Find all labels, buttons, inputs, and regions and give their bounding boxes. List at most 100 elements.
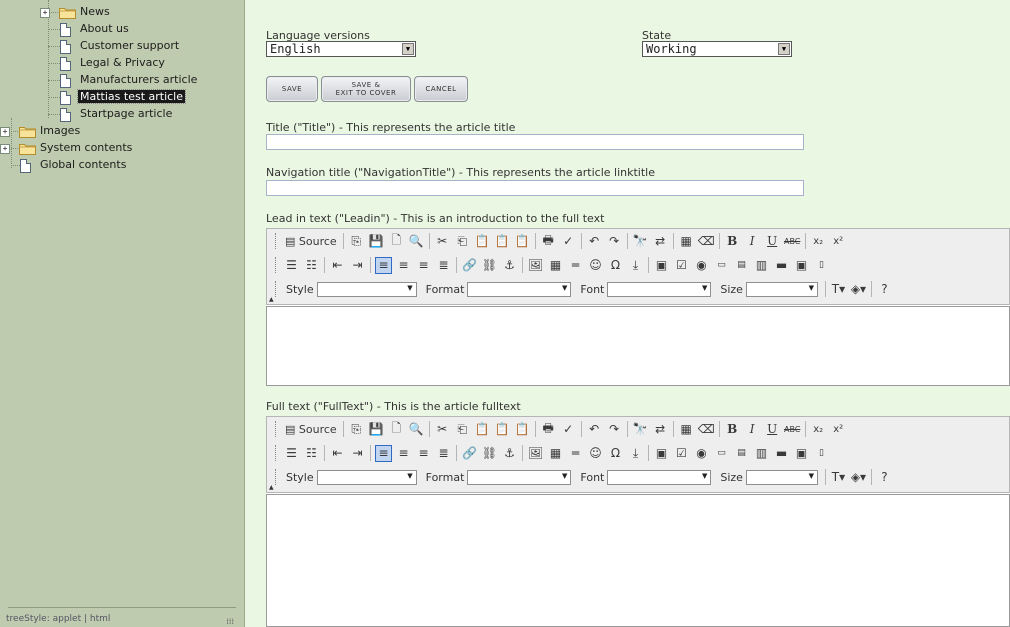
replace-icon[interactable]: ⇄ bbox=[652, 233, 669, 250]
new-page-icon[interactable]: 🗋 bbox=[388, 233, 405, 250]
tree-item[interactable]: About us bbox=[78, 20, 131, 37]
source-button[interactable]: ▤ Source bbox=[283, 233, 339, 250]
outdent-icon[interactable]: ⇤ bbox=[329, 445, 346, 462]
horizontal-rule-icon[interactable]: ═ bbox=[567, 445, 584, 462]
select-all-icon[interactable]: ▦ bbox=[678, 233, 695, 250]
expand-toggle-icon[interactable]: + bbox=[40, 8, 50, 18]
print-icon[interactable]: 🖶 bbox=[540, 421, 557, 438]
align-left-icon[interactable]: ≡ bbox=[375, 256, 392, 274]
table-icon[interactable]: ▦ bbox=[547, 445, 564, 462]
format-combo[interactable] bbox=[467, 469, 572, 485]
special-char-icon[interactable]: Ω bbox=[607, 445, 624, 462]
anchor-icon[interactable]: ⚓ bbox=[501, 257, 518, 274]
preview-icon[interactable]: ⎘ bbox=[348, 421, 365, 438]
paste-text-icon[interactable]: 📋 bbox=[494, 233, 511, 250]
textarea-icon[interactable]: ▤ bbox=[733, 445, 750, 462]
anchor-icon[interactable]: ⚓ bbox=[501, 445, 518, 462]
tree-item[interactable]: News bbox=[78, 3, 112, 20]
copy-icon[interactable]: ⎗ bbox=[454, 421, 471, 438]
image-icon[interactable]: 🖼 bbox=[527, 257, 544, 274]
title-input[interactable] bbox=[266, 134, 804, 150]
align-right-icon[interactable]: ≡ bbox=[415, 445, 432, 462]
language-select[interactable]: English ▼ bbox=[266, 41, 416, 57]
text-color-icon[interactable]: T▾ bbox=[830, 281, 847, 298]
leadin-edit-area[interactable] bbox=[266, 306, 1010, 386]
paste-icon[interactable]: 📋 bbox=[474, 233, 491, 250]
bold-icon[interactable]: B bbox=[724, 421, 741, 438]
save-icon[interactable]: 💾 bbox=[368, 421, 385, 438]
save-icon[interactable]: 💾 bbox=[368, 233, 385, 250]
cancel-button[interactable]: CANCEL bbox=[414, 76, 468, 102]
page-break-icon[interactable]: ⤓ bbox=[627, 257, 644, 274]
select-all-icon[interactable]: ▦ bbox=[678, 421, 695, 438]
strikethrough-icon[interactable]: ABC bbox=[784, 233, 801, 250]
print-icon[interactable]: 🖶 bbox=[540, 233, 557, 250]
tree-item[interactable]: Customer support bbox=[78, 37, 181, 54]
numbered-list-icon[interactable]: ☰ bbox=[283, 445, 300, 462]
print-preview-icon[interactable]: 🔍 bbox=[408, 233, 425, 250]
save-exit-button[interactable]: SAVE & EXIT TO COVER bbox=[321, 76, 411, 102]
smiley-icon[interactable]: ☺ bbox=[587, 257, 604, 274]
font-combo[interactable] bbox=[607, 469, 712, 485]
superscript-icon[interactable]: x² bbox=[830, 233, 847, 250]
state-select[interactable]: Working ▼ bbox=[642, 41, 792, 57]
format-combo[interactable] bbox=[467, 281, 572, 297]
tree-item[interactable]: Manufacturers article bbox=[78, 71, 199, 88]
align-left-icon[interactable]: ≡ bbox=[375, 444, 392, 462]
radio-icon[interactable]: ◉ bbox=[693, 257, 710, 274]
image-icon[interactable]: 🖼 bbox=[527, 445, 544, 462]
image-button-icon[interactable]: ▣ bbox=[793, 445, 810, 462]
tree-item[interactable]: Mattias test article bbox=[76, 88, 187, 105]
tree-item[interactable]: Legal & Privacy bbox=[78, 54, 167, 71]
replace-icon[interactable]: ⇄ bbox=[652, 421, 669, 438]
button-field-icon[interactable]: ▬ bbox=[773, 257, 790, 274]
textfield-icon[interactable]: ▭ bbox=[713, 257, 730, 274]
bold-icon[interactable]: B bbox=[724, 233, 741, 250]
size-combo[interactable] bbox=[745, 469, 818, 485]
align-right-icon[interactable]: ≡ bbox=[415, 257, 432, 274]
save-button[interactable]: SAVE bbox=[266, 76, 318, 102]
style-combo[interactable] bbox=[316, 469, 417, 485]
resize-grip-icon[interactable]: ⁞⁞⁞ bbox=[226, 617, 234, 626]
underline-icon[interactable]: U bbox=[764, 421, 781, 438]
justify-icon[interactable]: ≣ bbox=[435, 257, 452, 274]
align-center-icon[interactable]: ≡ bbox=[395, 445, 412, 462]
tree-style-switch[interactable]: treeStyle: applet | html bbox=[6, 614, 110, 624]
remove-format-icon[interactable]: ⌫ bbox=[698, 421, 715, 438]
hidden-field-icon[interactable]: ▯ bbox=[813, 445, 830, 462]
subscript-icon[interactable]: x₂ bbox=[810, 233, 827, 250]
undo-icon[interactable]: ↶ bbox=[586, 233, 603, 250]
checkbox-icon[interactable]: ☑ bbox=[673, 445, 690, 462]
fulltext-edit-area[interactable] bbox=[266, 494, 1010, 627]
remove-format-icon[interactable]: ⌫ bbox=[698, 233, 715, 250]
special-char-icon[interactable]: Ω bbox=[607, 257, 624, 274]
chevron-down-icon[interactable]: ▼ bbox=[778, 43, 790, 55]
help-icon[interactable]: ? bbox=[876, 469, 893, 486]
paste-word-icon[interactable]: 📋 bbox=[514, 421, 531, 438]
page-break-icon[interactable]: ⤓ bbox=[627, 445, 644, 462]
size-combo[interactable] bbox=[745, 281, 818, 297]
text-color-icon[interactable]: T▾ bbox=[830, 469, 847, 486]
cut-icon[interactable]: ✂ bbox=[434, 421, 451, 438]
redo-icon[interactable]: ↷ bbox=[606, 421, 623, 438]
underline-icon[interactable]: U bbox=[764, 233, 781, 250]
cut-icon[interactable]: ✂ bbox=[434, 233, 451, 250]
spellcheck-icon[interactable]: ✓ bbox=[560, 421, 577, 438]
radio-icon[interactable]: ◉ bbox=[693, 445, 710, 462]
undo-icon[interactable]: ↶ bbox=[586, 421, 603, 438]
bulleted-list-icon[interactable]: ☷ bbox=[303, 445, 320, 462]
background-color-icon[interactable]: ◈▾ bbox=[850, 281, 867, 298]
find-icon[interactable]: 🔭 bbox=[632, 233, 649, 250]
background-color-icon[interactable]: ◈▾ bbox=[850, 469, 867, 486]
print-preview-icon[interactable]: 🔍 bbox=[408, 421, 425, 438]
paste-icon[interactable]: 📋 bbox=[474, 421, 491, 438]
form-icon[interactable]: ▣ bbox=[653, 445, 670, 462]
tree-item[interactable]: System contents bbox=[38, 139, 134, 156]
subscript-icon[interactable]: x₂ bbox=[810, 421, 827, 438]
link-icon[interactable]: 🔗 bbox=[461, 257, 478, 274]
copy-icon[interactable]: ⎗ bbox=[454, 233, 471, 250]
outdent-icon[interactable]: ⇤ bbox=[329, 257, 346, 274]
style-combo[interactable] bbox=[316, 281, 417, 297]
collapse-toolbar-icon[interactable]: ▲ bbox=[269, 296, 274, 303]
expand-toggle-icon[interactable]: + bbox=[0, 127, 10, 137]
